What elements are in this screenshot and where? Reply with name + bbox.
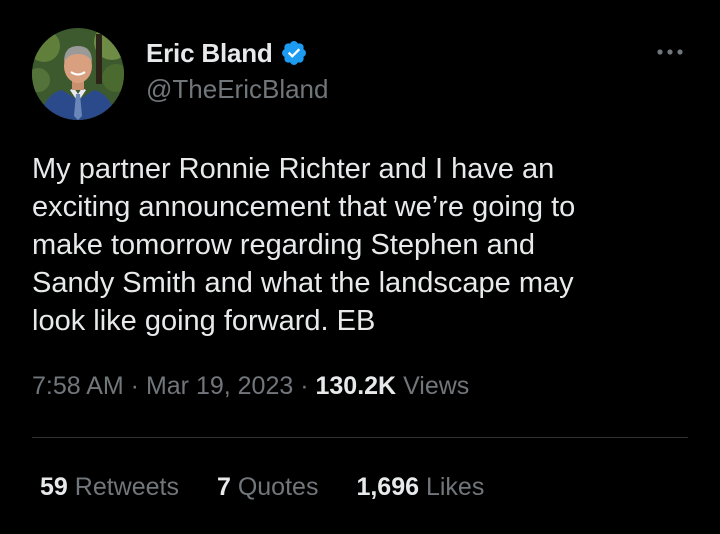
retweets-label: Retweets (67, 473, 179, 501)
retweets-stat[interactable]: 59 Retweets (40, 473, 179, 502)
tweet-text: My partner Ronnie Richter and I have an … (32, 153, 576, 337)
more-options-icon[interactable] (652, 40, 688, 64)
quotes-label: Quotes (230, 473, 319, 501)
tweet-meta: 7:58 AM · Mar 19, 2023 · 130.2K Views (32, 372, 469, 401)
engagement-stats: 59 Retweets 7 Quotes 1,696 Likes (40, 473, 522, 502)
author-name-row: Eric Bland (146, 36, 308, 70)
meta-separator: · (123, 372, 146, 400)
tweet-time[interactable]: 7:58 AM (32, 372, 124, 400)
divider (32, 437, 688, 438)
tweet-date[interactable]: Mar 19, 2023 (146, 372, 293, 400)
quotes-stat[interactable]: 7 Quotes (217, 473, 318, 502)
views-label: Views (396, 372, 470, 400)
likes-count: 1,696 (356, 473, 420, 501)
views-count: 130.2K (315, 372, 397, 400)
meta-separator: · (293, 372, 316, 400)
avatar-photo-icon (32, 28, 124, 120)
avatar[interactable] (32, 28, 124, 120)
verified-badge-icon[interactable] (280, 39, 308, 67)
likes-label: Likes (419, 473, 485, 501)
quotes-count: 7 (216, 473, 231, 501)
retweets-count: 59 (40, 473, 68, 501)
likes-stat[interactable]: 1,696 Likes (356, 473, 484, 502)
display-name[interactable]: Eric Bland (146, 38, 273, 69)
user-handle[interactable]: @TheEricBland (146, 74, 328, 105)
tweet-card: Eric Bland @TheEricBland My partner Ronn… (0, 0, 720, 534)
